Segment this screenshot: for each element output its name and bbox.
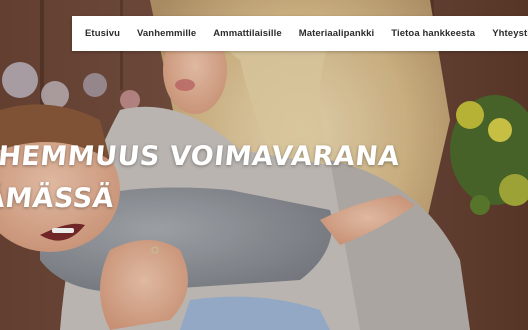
nav-item-ammattilaisille[interactable]: Ammattilaisille	[213, 28, 282, 39]
nav-item-yhteystiedot[interactable]: Yhteystiedot	[492, 28, 528, 39]
hero-headline-line1: HEMMUUS VOIMAVARANA	[0, 141, 402, 173]
main-navigation: Etusivu Vanhemmille Ammattilaisille Mate…	[72, 16, 528, 51]
hero-headline: HEMMUUS VOIMAVARANA ÄMÄSSÄ	[0, 136, 402, 220]
nav-item-vanhemmille[interactable]: Vanhemmille	[137, 28, 196, 39]
nav-item-materiaalipankki[interactable]: Materiaalipankki	[299, 28, 375, 39]
nav-item-etusivu[interactable]: Etusivu	[85, 28, 120, 39]
nav-item-tietoa-hankkeesta[interactable]: Tietoa hankkeesta	[391, 28, 475, 39]
hero-headline-line2: ÄMÄSSÄ	[0, 183, 116, 215]
